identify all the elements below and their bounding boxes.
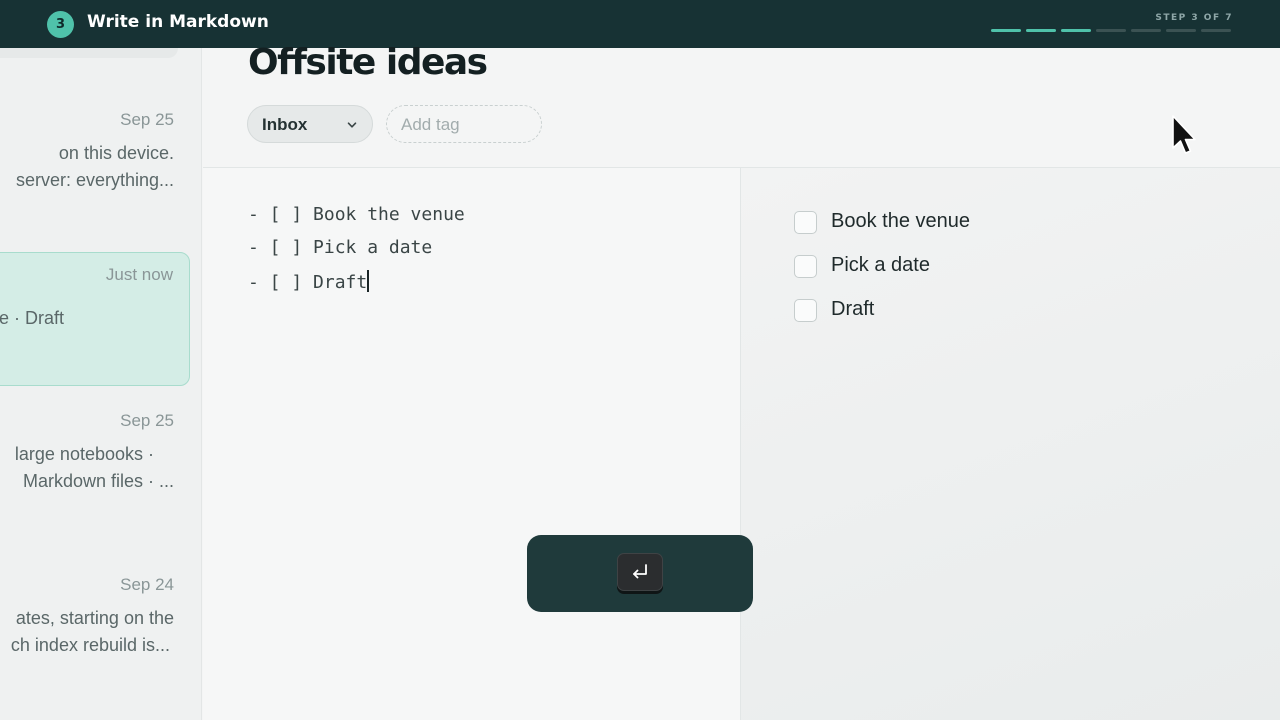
step-title: Write in Markdown <box>87 12 269 32</box>
progress-segment <box>1026 29 1056 32</box>
progress-segment <box>1061 29 1091 32</box>
note-snippet: large notebooks · <box>14 444 154 464</box>
return-arrow-icon <box>629 562 651 587</box>
note-list-item[interactable]: Sep 25 large notebooks · Markdown files … <box>0 399 190 533</box>
progress-segment <box>1166 29 1196 32</box>
markdown-editor[interactable]: - [ ] Book the venue - [ ] Pick a date -… <box>203 168 740 720</box>
note-date: Just now <box>105 265 173 284</box>
note-snippet: on this device. <box>58 143 174 163</box>
enter-keycap <box>617 553 663 591</box>
task-label: Book the venue <box>831 210 970 232</box>
note-date: Sep 25 <box>120 110 174 129</box>
mouse-pointer-icon <box>1171 114 1197 163</box>
task-checkbox[interactable] <box>794 255 817 278</box>
progress-segment <box>1201 29 1231 32</box>
note-list-item-selected[interactable]: Just now e · Draft <box>0 252 190 386</box>
folder-select[interactable]: Inbox <box>247 105 373 143</box>
note-snippet: ates, starting on the <box>15 608 174 628</box>
markdown-preview: Book the venue Pick a date Draft <box>741 168 1280 720</box>
editor-line-current: - [ ] Draft <box>248 270 370 293</box>
folder-select-label: Inbox <box>262 115 308 134</box>
keystroke-overlay <box>527 535 753 612</box>
note-snippet: e · Draft <box>0 308 64 328</box>
chevron-down-icon <box>346 118 358 136</box>
note-title[interactable]: Offsite ideas <box>248 42 488 83</box>
editor-line: - [ ] Book the venue <box>248 204 465 225</box>
step-progress <box>991 29 1231 32</box>
note-snippet: Markdown files · ... <box>22 471 174 491</box>
note-date: Sep 24 <box>120 575 174 594</box>
editor-line: - [ ] Pick a date <box>248 237 433 258</box>
note-snippet: server: everything... <box>15 170 174 190</box>
progress-segment <box>1096 29 1126 32</box>
tutorial-bar: 3 Write in Markdown STEP 3 OF 7 <box>0 0 1280 48</box>
progress-segment <box>991 29 1021 32</box>
task-label: Draft <box>831 298 875 320</box>
step-counter: STEP 3 OF 7 <box>1155 13 1233 23</box>
note-list-item[interactable]: Sep 24 ates, starting on the ch index re… <box>0 563 190 697</box>
task-label: Pick a date <box>831 254 930 276</box>
note-snippet: ch index rebuild is... <box>10 635 170 655</box>
progress-segment <box>1131 29 1161 32</box>
list-search-field[interactable] <box>0 48 178 58</box>
add-tag-placeholder: Add tag <box>401 115 460 134</box>
add-tag-input[interactable]: Add tag <box>386 105 542 143</box>
step-number-badge: 3 <box>47 11 74 38</box>
note-list-item[interactable]: Sep 25 on this device. server: everythin… <box>0 98 190 232</box>
task-checkbox[interactable] <box>794 211 817 234</box>
text-caret <box>367 270 370 292</box>
editor-line-text: - [ ] Draft <box>248 272 368 293</box>
notes-list: Sep 25 on this device. server: everythin… <box>0 48 202 720</box>
note-date: Sep 25 <box>120 411 174 430</box>
task-checkbox[interactable] <box>794 299 817 322</box>
